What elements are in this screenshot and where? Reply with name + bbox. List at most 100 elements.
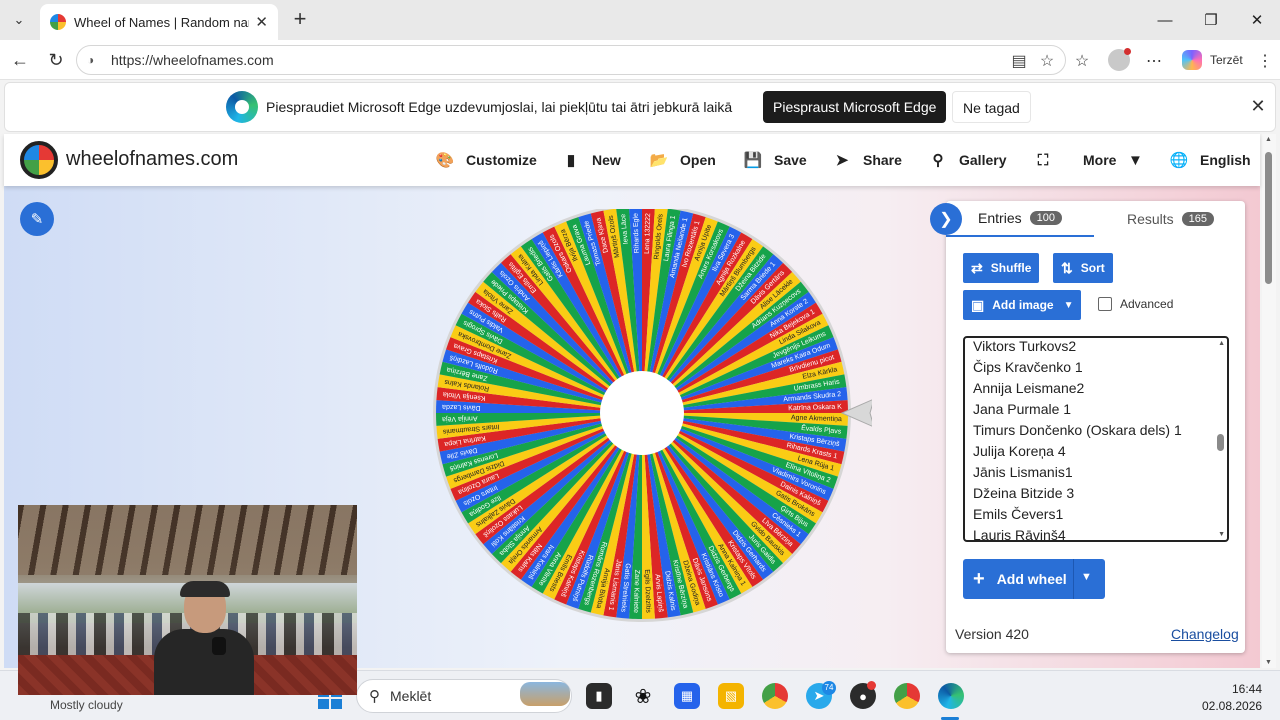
- entries-textarea[interactable]: Viktors Turkovs2 Čips Kravčenko 1 Annija…: [963, 336, 1229, 542]
- entries-count-badge: 100: [1029, 211, 1062, 225]
- webcam-video-overlay: [18, 505, 357, 695]
- site-name[interactable]: wheelofnames.com: [66, 148, 238, 171]
- url-field[interactable]: ◑ https://wheelofnames.com ▤ ☆: [76, 45, 1066, 75]
- search-icon: ⚲: [369, 688, 380, 705]
- presenter-body: [154, 629, 254, 695]
- add-image-button[interactable]: ▣ Add image ▼: [963, 290, 1082, 320]
- close-tab-icon[interactable]: ✕: [255, 13, 268, 31]
- page-scroll-down-icon[interactable]: ▼: [1265, 659, 1272, 666]
- sort-button[interactable]: ⇅ Sort: [1053, 253, 1113, 283]
- tab-entries[interactable]: Entries 100: [946, 201, 1094, 237]
- chrome-profile-icon[interactable]: [894, 683, 920, 709]
- collapse-panel-chevron-icon[interactable]: ❯: [930, 203, 962, 235]
- page-scrollbar-thumb[interactable]: [1265, 152, 1272, 284]
- url-text: https://wheelofnames.com: [111, 52, 274, 68]
- tab-results[interactable]: Results 165: [1096, 201, 1245, 237]
- add-wheel-dropdown-icon[interactable]: ▼: [1081, 571, 1092, 583]
- refresh-icon[interactable]: ↻: [44, 48, 68, 72]
- edge-logo-icon: [226, 91, 258, 123]
- nav-new[interactable]: ▮ New: [562, 149, 621, 171]
- chevron-down-icon: ▼: [1063, 299, 1074, 311]
- favorites-list-icon[interactable]: ☆: [1071, 50, 1093, 72]
- entry-line: Annija Leismane2: [973, 380, 1085, 396]
- scroll-down-icon[interactable]: ▼: [1218, 531, 1225, 538]
- pin-edge-button[interactable]: Piespraust Microsoft Edge: [763, 91, 947, 123]
- search-highlight-image: [520, 682, 570, 706]
- shuffle-icon: ⇄: [971, 259, 983, 276]
- nav-save-label: Save: [774, 152, 807, 168]
- entry-line: Julija Koreņa 4: [973, 443, 1066, 459]
- chrome-icon[interactable]: [762, 683, 788, 709]
- nav-gallery[interactable]: ⚲ Gallery: [929, 149, 1007, 171]
- search-placeholder: Meklēt: [390, 688, 432, 704]
- more-vertical-icon[interactable]: ⋮: [1254, 50, 1276, 72]
- search-icon: ⚲: [932, 152, 944, 169]
- microphone-icon: [212, 637, 226, 655]
- nav-language-label: English: [1200, 152, 1251, 168]
- site-logo-icon[interactable]: [20, 141, 58, 179]
- not-now-button[interactable]: Ne tagad: [952, 91, 1031, 123]
- page-scroll-up-icon[interactable]: ▲: [1265, 136, 1272, 143]
- save-icon: 💾: [743, 152, 763, 169]
- browser-tab-strip: ⌄ Wheel of Names | Random name p ✕ + — ❐…: [0, 0, 1280, 40]
- more-options-icon[interactable]: ⋯: [1143, 50, 1165, 72]
- wheel-center-hub[interactable]: [600, 371, 684, 455]
- weather-label[interactable]: Mostly cloudy: [50, 698, 123, 712]
- split-divider: [1073, 559, 1074, 599]
- nav-fullscreen[interactable]: ⛶: [1034, 149, 1064, 171]
- file-icon: ▮: [566, 152, 576, 169]
- nav-open-label: Open: [680, 152, 716, 168]
- wheel-slice-label: Lena 132222: [644, 213, 652, 254]
- changelog-link[interactable]: Changelog: [1171, 626, 1239, 642]
- entries-scrollbar-thumb[interactable]: [1217, 434, 1224, 451]
- nav-more[interactable]: More ▼: [1083, 149, 1144, 171]
- entry-line: Džeina Bitzide 3: [973, 485, 1075, 501]
- site-info-lock-icon[interactable]: ◑: [87, 53, 101, 67]
- tab-list-chevron-icon[interactable]: ⌄: [6, 8, 32, 32]
- new-tab-plus-icon[interactable]: +: [288, 8, 312, 32]
- edit-pencil-icon[interactable]: ✎: [20, 202, 54, 236]
- task-view-icon[interactable]: ▮: [586, 683, 612, 709]
- palette-icon: 🎨: [435, 152, 455, 169]
- copilot-button[interactable]: Terzēt: [1174, 46, 1254, 74]
- clock-date[interactable]: 02.08.2026: [1202, 699, 1262, 713]
- entries-panel: Entries 100 Results 165 ⇄ Shuffle ⇅ Sort…: [946, 201, 1245, 653]
- favorite-star-icon[interactable]: ☆: [1037, 51, 1057, 71]
- page-scrollbar[interactable]: ▲ ▼: [1262, 134, 1276, 668]
- nav-more-label: More: [1083, 152, 1117, 168]
- file-explorer-icon[interactable]: ▧: [718, 683, 744, 709]
- nav-open[interactable]: 📂 Open: [650, 149, 716, 171]
- tab-title: Wheel of Names | Random name p: [74, 14, 249, 30]
- back-arrow-icon[interactable]: ←: [8, 48, 32, 72]
- spin-wheel[interactable]: Lena 132222 Ringolds OrelsLaura Filinga 1…: [422, 209, 872, 639]
- presenter: [146, 581, 256, 695]
- nav-save[interactable]: 💾 Save: [744, 149, 807, 171]
- pavilion-roof: [18, 505, 357, 575]
- folder-icon: 📂: [649, 152, 669, 169]
- shuffle-button[interactable]: ⇄ Shuffle: [963, 253, 1040, 283]
- clock-time[interactable]: 16:44: [1232, 682, 1262, 696]
- reader-mode-icon[interactable]: ▤: [1009, 51, 1029, 71]
- close-window-icon[interactable]: ✕: [1234, 6, 1280, 34]
- store-icon[interactable]: ▦: [674, 683, 700, 709]
- browser-tab[interactable]: Wheel of Names | Random name p ✕: [40, 4, 278, 40]
- nav-customize-label: Customize: [466, 152, 537, 168]
- add-wheel-button[interactable]: + Add wheel ▼: [963, 559, 1105, 599]
- notification-count-badge: 74: [822, 681, 836, 695]
- advanced-toggle[interactable]: Advanced: [1098, 297, 1173, 311]
- restore-window-icon[interactable]: ❐: [1188, 6, 1234, 34]
- sort-label: Sort: [1080, 261, 1105, 275]
- nav-customize[interactable]: 🎨 Customize: [436, 149, 537, 171]
- edge-taskbar-icon[interactable]: [938, 683, 964, 709]
- advanced-checkbox[interactable]: [1098, 297, 1112, 311]
- nav-share[interactable]: ➤ Share: [833, 149, 902, 171]
- tab-entries-label: Entries: [978, 210, 1022, 226]
- nav-language[interactable]: 🌐 English: [1170, 149, 1251, 171]
- entry-line: Viktors Turkovs2: [973, 338, 1077, 354]
- nav-new-label: New: [592, 152, 621, 168]
- close-infobar-icon[interactable]: ✕: [1247, 95, 1269, 117]
- scroll-up-icon[interactable]: ▲: [1218, 340, 1225, 347]
- chatgpt-icon[interactable]: ❀: [630, 683, 656, 709]
- chevron-down-icon: ▼: [1128, 151, 1143, 169]
- minimize-window-icon[interactable]: —: [1142, 6, 1188, 34]
